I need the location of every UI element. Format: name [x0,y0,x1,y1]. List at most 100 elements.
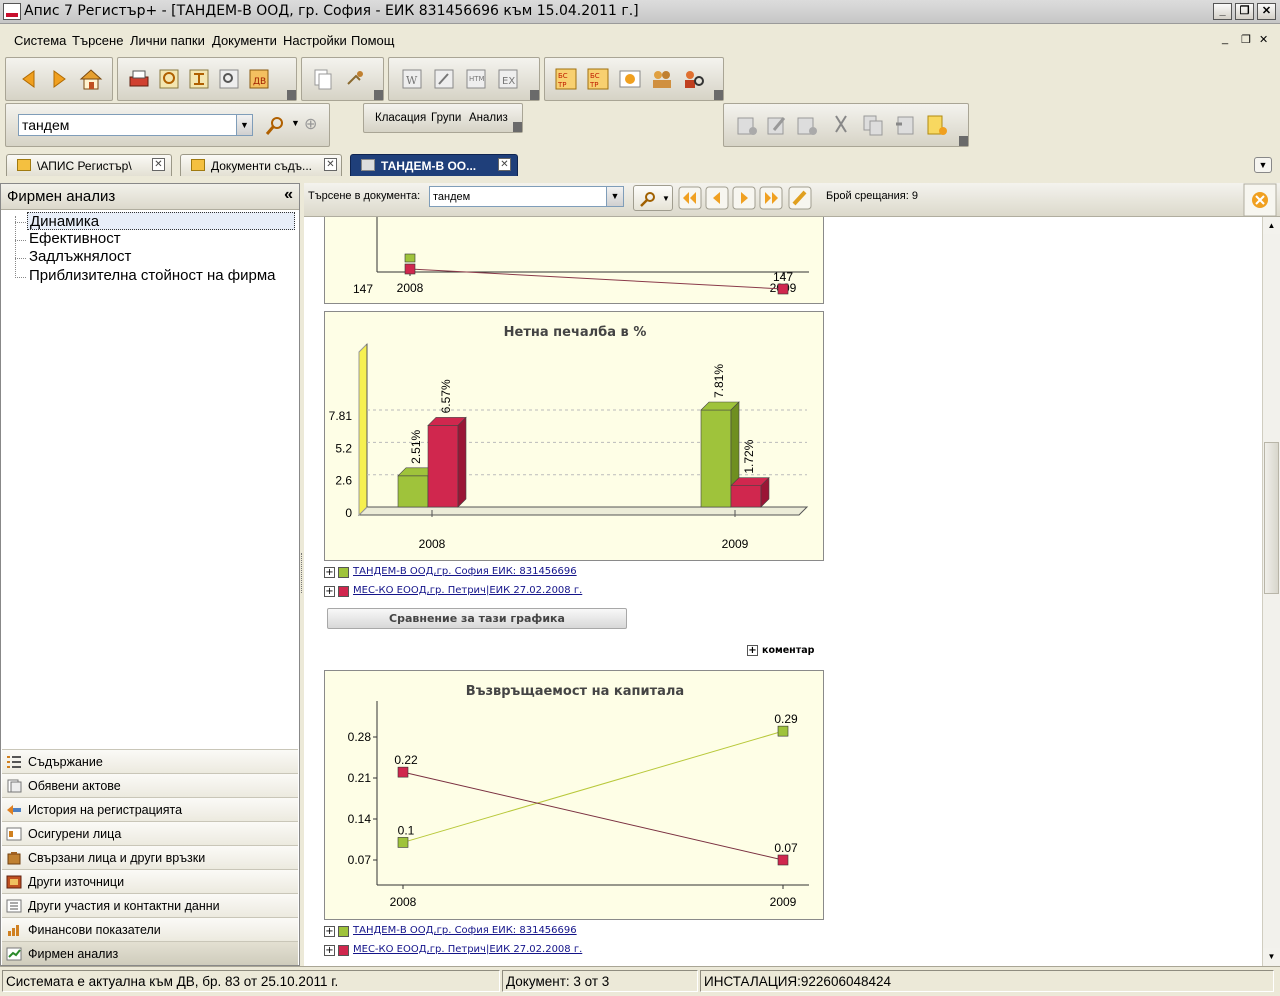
highlight-icon[interactable] [788,186,812,210]
nav-registration-history[interactable]: История на регистрацията [2,797,298,821]
toolbar-grip-icon[interactable] [959,136,968,146]
mdi-minimize-icon[interactable]: _ [1222,33,1228,45]
minimize-button[interactable]: _ [1213,3,1232,20]
analysis-button[interactable]: Анализ [469,112,508,124]
nav-related-persons[interactable]: Свързани лица и други връзки [2,845,298,869]
menu-personal-folders[interactable]: Лични папки [130,33,205,48]
copy-doc-icon[interactable] [310,66,336,92]
scroll-down-icon[interactable]: ▼ [1263,948,1280,965]
search-options-icon[interactable]: ▼ [291,118,300,128]
scroll-up-icon[interactable]: ▲ [1263,217,1280,234]
doc-search-button[interactable]: ▼ [633,185,673,211]
mdi-restore-icon[interactable]: ❐ [1241,33,1251,46]
first-match-icon[interactable] [678,186,702,210]
toolbar-grip-icon[interactable] [714,90,723,100]
persons-search-icon[interactable] [681,66,707,92]
scroll-thumb[interactable] [1264,442,1279,594]
folder-add-icon[interactable] [924,112,950,138]
export-word-icon[interactable]: W [399,66,425,92]
tree-item-indebtedness[interactable]: Задлъжнялост [27,248,133,266]
compare-chart-button[interactable]: Сравнение за тази графика [327,608,627,629]
target-icon[interactable]: ⊕ [304,114,317,134]
export-html-icon[interactable]: HTM [463,66,489,92]
nav-other-sources[interactable]: Други източници [2,869,298,893]
previous-match-icon[interactable] [705,186,729,210]
collapse-panel-icon[interactable]: « [284,186,293,204]
menu-settings[interactable]: Настройки [283,33,347,48]
remove-icon[interactable] [794,112,820,138]
tabs-list-icon[interactable]: ▼ [1254,157,1272,173]
toolbar-grip-icon[interactable] [287,90,296,100]
vertical-scrollbar[interactable]: ▲ ▼ [1262,217,1280,966]
expand-icon[interactable]: + [747,645,758,656]
tab-documents[interactable]: Документи съдъ... [180,154,342,176]
splitter-grip-icon[interactable] [301,553,303,593]
rank-button[interactable]: Класация [375,112,426,124]
new-folder-icon[interactable] [734,112,760,138]
print-icon[interactable] [126,66,152,92]
menu-search[interactable]: Търсене [72,33,123,48]
tab-apis-register[interactable]: \АПИС Регистър\ [6,154,172,176]
preview-icon[interactable] [216,66,242,92]
add-register-icon[interactable] [617,66,643,92]
tab-company[interactable]: ТАНДЕМ-В ОО... [350,154,518,176]
search-dropdown-icon[interactable]: ▼ [236,114,253,136]
tab-close-icon[interactable]: ✕ [498,158,511,171]
nav-announced-acts[interactable]: Обявени актове [2,773,298,797]
series2-link[interactable]: МЕС-КО ЕООД,гр. Петрич|ЕИК 27.02.2008 г. [353,944,582,955]
export-pdf-icon[interactable] [431,66,457,92]
find-icon[interactable] [156,66,182,92]
series2-link[interactable]: МЕС-КО ЕООД,гр. Петрич|ЕИК 27.02.2008 г. [353,585,582,596]
nav-company-analysis[interactable]: Фирмен анализ [2,941,298,965]
next-match-icon[interactable] [732,186,756,210]
series1-link[interactable]: ТАНДЕМ-В ООД,гр. София ЕИК: 831456696 [353,566,577,577]
expand-icon[interactable]: + [324,926,335,937]
structure-icon[interactable] [186,66,212,92]
expand-icon[interactable]: + [324,945,335,956]
expand-icon[interactable]: + [324,567,335,578]
forward-icon[interactable] [46,66,72,92]
nav-other-participations[interactable]: Други участия и контактни данни [2,893,298,917]
copy-icon[interactable] [860,112,886,138]
state-gazette-icon[interactable]: ДВ [246,66,272,92]
legend-series1[interactable]: + ТАНДЕМ-В ООД,гр. София ЕИК: 831456696 [324,565,624,581]
toolbar-grip-icon[interactable] [513,122,522,132]
back-icon[interactable] [16,66,42,92]
paste-icon[interactable] [892,112,918,138]
expand-icon[interactable]: + [324,586,335,597]
mdi-close-icon[interactable]: ✕ [1259,33,1268,46]
edit-icon[interactable] [764,112,790,138]
bs-tr-icon[interactable]: БСTP [553,66,579,92]
tab-close-icon[interactable]: ✕ [152,158,165,171]
legend-series2[interactable]: + МЕС-КО ЕООД,гр. Петрич|ЕИК 27.02.2008 … [324,584,624,600]
bs-tr-compare-icon[interactable]: БСTP [585,66,611,92]
nav-contents[interactable]: Съдържание [2,749,298,773]
tab-close-icon[interactable]: ✕ [324,158,337,171]
main-search-input[interactable] [18,114,238,136]
persons-icon[interactable] [649,66,675,92]
export-excel-icon[interactable]: EX [495,66,521,92]
nav-financial-indicators[interactable]: Финансови показатели [2,917,298,941]
doc-search-input[interactable] [429,186,607,207]
legend-series2[interactable]: + МЕС-КО ЕООД,гр. Петрич|ЕИК 27.02.2008 … [324,943,624,959]
groups-button[interactable]: Групи [431,112,461,124]
legend-series1[interactable]: + ТАНДЕМ-В ООД,гр. София ЕИК: 831456696 [324,924,624,940]
close-button[interactable]: ✕ [1257,3,1276,20]
close-search-icon[interactable] [1243,183,1277,217]
maximize-button[interactable]: ❐ [1235,3,1254,20]
menu-help[interactable]: Помощ [351,33,394,48]
menu-system[interactable]: Система [14,33,66,48]
nav-insured-persons[interactable]: Осигурени лица [2,821,298,845]
toolbar-grip-icon[interactable] [530,90,539,100]
search-icon[interactable] [262,113,288,139]
tree-item-company-value[interactable]: Приблизителна стойност на фирма [27,267,278,285]
menu-documents[interactable]: Документи [212,33,277,48]
cut-icon[interactable] [828,112,854,138]
doc-search-dropdown-icon[interactable]: ▼ [606,186,624,207]
home-icon[interactable] [78,66,104,92]
tree-item-dynamics[interactable]: Динамика [27,212,295,230]
toolbar-grip-icon[interactable] [374,90,383,100]
link-icon[interactable] [342,66,368,92]
last-match-icon[interactable] [759,186,783,210]
series1-link[interactable]: ТАНДЕМ-В ООД,гр. София ЕИК: 831456696 [353,925,577,936]
